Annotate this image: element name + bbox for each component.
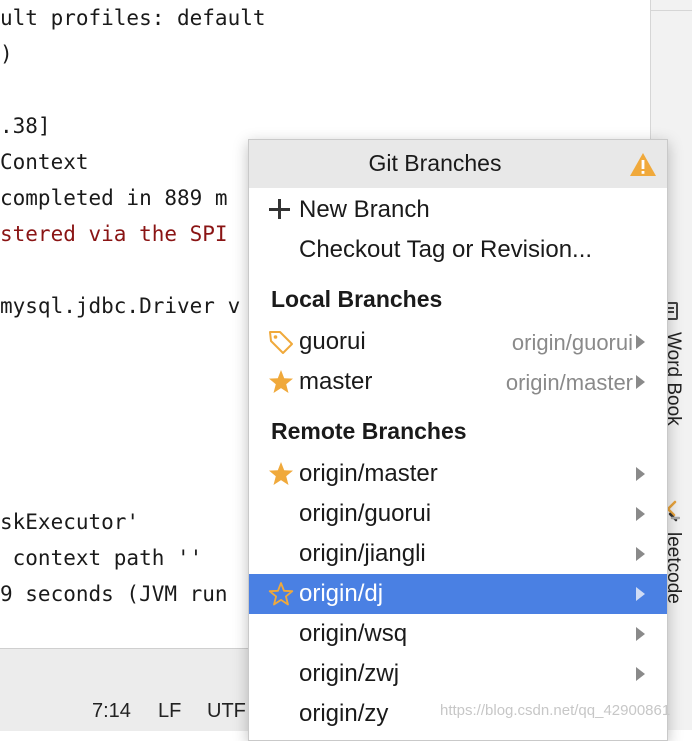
star-filled-icon [269, 370, 293, 393]
tracking-branch: origin/master [505, 370, 633, 395]
submenu-arrow-icon [636, 507, 645, 521]
console-line: completed in 889 m [0, 186, 228, 210]
local-branch-item[interactable]: master origin/master [249, 362, 667, 402]
submenu-arrow-icon [636, 467, 645, 481]
remote-branch-item-selected[interactable]: origin/dj [249, 574, 667, 614]
branch-name: origin/wsq [299, 620, 408, 647]
warning-icon[interactable] [629, 152, 657, 177]
console-line: context path '' [0, 546, 203, 570]
new-branch-label: New Branch [299, 196, 430, 223]
remote-branch-item[interactable]: origin/guorui [249, 494, 667, 534]
submenu-arrow-icon [636, 627, 645, 641]
branch-name: origin/guorui [299, 500, 432, 527]
console-line: mysql.jdbc.Driver v [0, 294, 241, 318]
star-outline-icon[interactable] [268, 581, 294, 607]
console-line: 9 seconds (JVM run [0, 582, 228, 606]
watermark: https://blog.csdn.net/qq_42900861 [440, 702, 671, 719]
checkout-tag-item[interactable]: Checkout Tag or Revision... [249, 230, 667, 270]
console-line-warning: stered via the SPI [0, 222, 228, 246]
submenu-arrow-icon [636, 587, 645, 601]
tracking-branch: origin/guorui [511, 330, 633, 355]
console-line: ) [0, 42, 13, 66]
tag-icon [269, 331, 293, 354]
checkout-tag-label: Checkout Tag or Revision... [299, 236, 593, 263]
submenu-arrow-icon [636, 667, 645, 681]
popup-header: Git Branches [249, 140, 667, 188]
submenu-arrow-icon [636, 547, 645, 561]
local-branch-item[interactable]: guorui origin/guorui [249, 322, 667, 362]
console-line: skExecutor' [0, 510, 140, 534]
branch-name: origin/dj [299, 580, 384, 607]
branch-name: origin/master [299, 460, 438, 487]
branch-name: origin/zwj [299, 660, 400, 687]
strip-divider [651, 10, 692, 11]
console-line: .38] [0, 114, 51, 138]
console-line: ult profiles: default [0, 6, 266, 30]
branch-name: origin/jiangli [299, 540, 426, 567]
submenu-arrow-icon [636, 375, 645, 389]
console-line: Context [0, 150, 89, 174]
branch-name: guorui [299, 328, 366, 355]
caret-position[interactable]: 7:14 [92, 700, 131, 723]
branch-name: master [299, 368, 373, 395]
remote-branch-item[interactable]: origin/zwj [249, 654, 667, 694]
local-branches-header: Local Branches [271, 286, 443, 312]
popup-title: Git Branches [368, 150, 502, 176]
remote-branch-item[interactable]: origin/master [249, 454, 667, 494]
remote-branch-item[interactable]: origin/wsq [249, 614, 667, 654]
file-encoding[interactable]: UTF [207, 700, 246, 723]
new-branch-item[interactable]: New Branch [249, 190, 667, 230]
plus-icon [269, 198, 291, 220]
branch-name: origin/zy [299, 700, 389, 727]
star-filled-icon [269, 462, 293, 485]
git-branches-popup: Git Branches New Branch Checkout Tag or … [248, 139, 668, 741]
remote-branches-header: Remote Branches [271, 418, 467, 444]
line-ending[interactable]: LF [158, 700, 181, 723]
remote-branch-item[interactable]: origin/jiangli [249, 534, 667, 574]
submenu-arrow-icon [636, 335, 645, 349]
